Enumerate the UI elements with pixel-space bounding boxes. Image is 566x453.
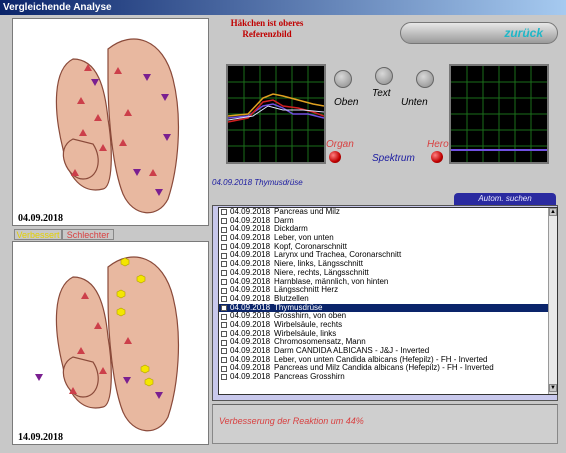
- text-knob[interactable]: [375, 67, 393, 85]
- checkbox[interactable]: [221, 287, 227, 294]
- spectrum-label: Spektrum: [372, 153, 415, 164]
- list-item-label: Pancreas Grosshirn: [274, 372, 345, 382]
- reference-hint-line2: Referenzbild: [242, 29, 292, 39]
- spectrum-scope-right: [449, 64, 549, 164]
- window-title: Vergleichende Analyse: [0, 0, 566, 15]
- spectrum-grid: [451, 66, 547, 162]
- organ-image-bottom[interactable]: 14.09.2018: [12, 241, 209, 445]
- thymus-image-compare: [35, 256, 180, 432]
- checkbox[interactable]: [221, 209, 227, 216]
- checkbox[interactable]: [221, 339, 227, 346]
- improved-tag[interactable]: Verbessert: [14, 229, 62, 240]
- date-label-bottom: 14.09.2018: [18, 432, 63, 443]
- organ-label: Organ: [326, 139, 354, 150]
- checkbox[interactable]: [221, 270, 227, 277]
- reference-hint-line1: Häkchen ist oberes: [230, 18, 304, 28]
- organ-list[interactable]: 04.09.2018 Pancreas und Milz 04.09.2018 Dar…: [218, 207, 558, 395]
- checkbox[interactable]: [221, 235, 227, 242]
- organ-list-rows: 04.09.2018 Pancreas und Milz 04.09.2018 Dar…: [219, 208, 557, 382]
- checkbox[interactable]: [221, 374, 227, 381]
- back-button[interactable]: zurück: [400, 22, 558, 44]
- list-item[interactable]: 04.09.2018 Pancreas Grosshirn: [219, 372, 557, 382]
- checkbox[interactable]: [221, 261, 227, 268]
- checkbox[interactable]: [221, 304, 227, 311]
- spectrum-scope-left: [226, 64, 326, 164]
- scroll-thumb[interactable]: [549, 216, 557, 384]
- checkbox[interactable]: [221, 252, 227, 259]
- hero-label: Hero: [427, 139, 449, 150]
- checkbox[interactable]: [221, 357, 227, 364]
- organ-image-top[interactable]: 04.09.2018: [12, 18, 209, 226]
- list-scrollbar[interactable]: ▲ ▼: [548, 208, 557, 394]
- lower-label: Unten: [401, 97, 428, 108]
- checkbox[interactable]: [221, 278, 227, 285]
- organ-indicator-icon[interactable]: [329, 151, 341, 163]
- lower-knob[interactable]: [416, 70, 434, 88]
- checkbox[interactable]: [221, 365, 227, 372]
- checkbox[interactable]: [221, 313, 227, 320]
- scroll-up-icon[interactable]: ▲: [549, 208, 557, 216]
- checkbox[interactable]: [221, 218, 227, 225]
- upper-label: Oben: [334, 97, 359, 108]
- checkbox[interactable]: [221, 226, 227, 233]
- thymus-image: [55, 38, 180, 214]
- checkbox[interactable]: [221, 322, 227, 329]
- worse-tag[interactable]: Schlechter: [62, 229, 114, 240]
- hero-indicator-icon[interactable]: [431, 151, 443, 163]
- auto-search-button[interactable]: Autom. suchen: [454, 193, 556, 205]
- result-message: Verbesserung der Reaktion um 44%: [212, 404, 558, 444]
- upper-knob[interactable]: [334, 70, 352, 88]
- list-item-date: 04.09.2018: [230, 372, 271, 382]
- scroll-down-icon[interactable]: ▼: [549, 384, 557, 392]
- organ-info: 04.09.2018 Thymusdrüse: [212, 178, 303, 187]
- checkbox[interactable]: [221, 330, 227, 337]
- text-label: Text: [372, 88, 391, 99]
- spectrum-curves: [227, 66, 325, 162]
- checkbox[interactable]: [221, 296, 227, 303]
- reference-hint: Häkchen ist oberes Referenzbild: [212, 18, 322, 40]
- checkbox[interactable]: [221, 348, 227, 355]
- date-label-top: 04.09.2018: [18, 213, 63, 224]
- checkbox[interactable]: [221, 244, 227, 251]
